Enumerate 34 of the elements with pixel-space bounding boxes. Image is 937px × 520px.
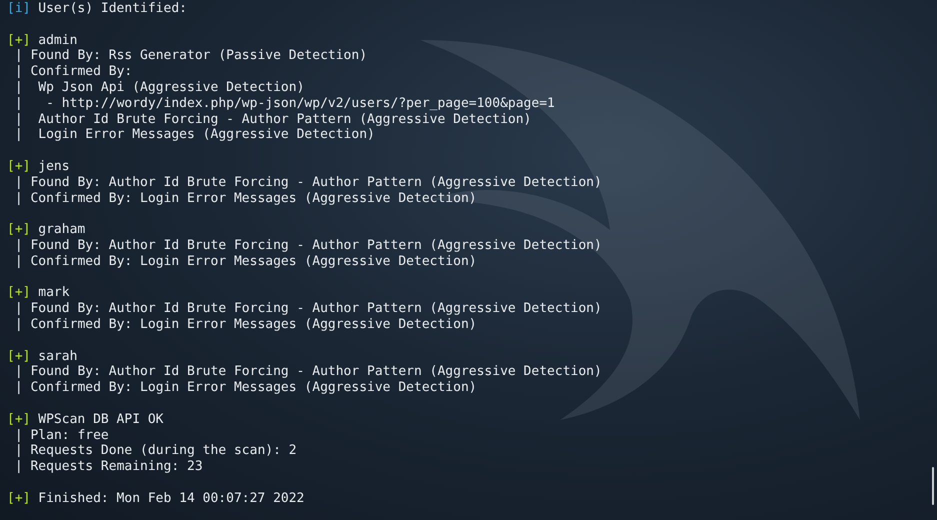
scrollbar-thumb[interactable] — [932, 467, 934, 505]
output-line: | Login Error Messages (Aggressive Detection) — [14, 127, 375, 144]
output-line: mark — [38, 285, 70, 302]
output-line: | Author Id Brute Forcing - Author Pattern (Aggressive Detection) — [14, 112, 532, 128]
output-line: | Wp Json Api (Aggressive Detection) — [14, 80, 304, 96]
status-tag: [+] — [7, 158, 30, 175]
output-line: | Found By: Author Id Brute Forcing - Author Pattern (Aggressive Detection) — [14, 174, 602, 191]
output-line: sarah — [38, 348, 78, 364]
output-line: | Confirmed By: Login Error Messages (Aggressive Detection) — [14, 380, 477, 396]
status-tag: [i] — [7, 1, 30, 17]
output-line: | Requests Done (during the scan): 2 — [14, 443, 297, 460]
status-tag: [+] — [7, 490, 30, 506]
output-line: | Confirmed By: — [14, 64, 132, 80]
output-line: admin — [38, 32, 78, 48]
output-line: | Confirmed By: Login Error Messages (Aggressive Detection) — [14, 316, 477, 333]
output-line: | Found By: Author Id Brute Forcing - Author Pattern (Aggressive Detection) — [14, 364, 602, 380]
output-line: | Found By: Author Id Brute Forcing - Author Pattern (Aggressive Detection) — [14, 238, 602, 254]
output-line: | Found By: Rss Generator (Passive Detection) — [14, 48, 368, 64]
output-line: User(s) Identified: — [38, 1, 187, 17]
status-tag: [+] — [7, 412, 30, 428]
status-tag: [+] — [7, 348, 30, 364]
status-tag: [+] — [7, 222, 30, 238]
output-line: | Confirmed By: Login Error Messages (Aggressive Detection) — [14, 254, 477, 270]
output-line: jens — [38, 158, 70, 175]
status-tag: [+] — [7, 32, 30, 48]
output-line: WPScan DB API OK — [38, 412, 164, 428]
output-line: graham — [38, 222, 86, 238]
output-line: | Confirmed By: Login Error Messages (Aggressive Detection) — [14, 190, 477, 206]
output-line: Finished: Mon Feb 14 00:07:27 2022 — [38, 490, 304, 506]
output-line: | Plan: free — [14, 428, 109, 444]
status-tag: [+] — [7, 285, 30, 302]
output-line: | Found By: Author Id Brute Forcing - Author Pattern (Aggressive Detection) — [14, 301, 602, 317]
output-line: | Requests Remaining: 23 — [14, 459, 203, 475]
output-line: | - http://wordy/index.php/wp-json/wp/v2/users/?per_page=100&page=1 — [14, 96, 555, 112]
